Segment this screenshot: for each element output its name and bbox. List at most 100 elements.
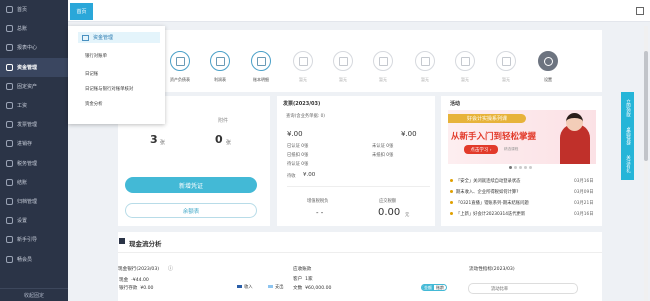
activity-item[interactable]: 期末收入、企业所得税如何计算? xyxy=(450,189,518,195)
sidebar-item[interactable]: 畅会员 xyxy=(0,249,68,268)
page-scrollbar[interactable] xyxy=(644,26,648,301)
menu-item[interactable]: 日记账与银行对账单核对 xyxy=(85,86,133,92)
activity-title: 活动 xyxy=(450,101,461,107)
shortcut-button[interactable] xyxy=(170,51,190,71)
activity-item[interactable]: 「0321直播」错账系列-期末结账问题 xyxy=(450,200,529,206)
activity-item-date: 03月09日 xyxy=(574,190,594,195)
invoice-title: 发票(2023/03) xyxy=(283,101,321,107)
float-item[interactable]: 立即领取 xyxy=(625,99,631,117)
sidebar-item-label: 税务管理 xyxy=(17,160,38,167)
scrollbar-thumb[interactable] xyxy=(644,51,648,161)
vat-burden-value: - - xyxy=(316,209,324,217)
banner-study-button[interactable]: 点击学习 › xyxy=(464,145,498,154)
doc-row: 文数 ¥60,000.00 xyxy=(293,285,331,291)
shortcut-button[interactable] xyxy=(210,51,230,71)
activity-item-text: 「安全」关闭就连续自动登录状态 xyxy=(456,179,521,184)
shortcut-label: 设置 xyxy=(544,77,552,82)
vat-burden-label: 增值税税负 xyxy=(307,199,329,204)
liquidity-ratio-label: 流动比率 xyxy=(491,286,509,292)
activity-item-date: 03月21日 xyxy=(574,201,594,206)
legend-in: 收入 xyxy=(237,284,253,290)
vip-icon xyxy=(6,255,13,263)
shortcut-label: 账本明细 xyxy=(253,77,269,82)
float-item[interactable]: 桌面快捷 xyxy=(625,127,631,145)
balance-sheet-label: 余额表 xyxy=(182,208,200,215)
menu-item[interactable]: 资金分析 xyxy=(85,101,103,107)
balance-sheet-button[interactable]: 余额表 xyxy=(125,203,257,218)
fullscreen-icon[interactable] xyxy=(636,7,644,15)
float-item[interactable]: 关注有礼 xyxy=(625,155,631,173)
toggle-aging[interactable]: 账龄 xyxy=(434,285,446,290)
menu-item[interactable]: 银行对账单 xyxy=(85,53,107,59)
activity-bullet-icon xyxy=(450,179,453,182)
shortcut-label: 利润表 xyxy=(214,77,226,82)
shortcut-button[interactable] xyxy=(333,51,353,71)
menu-item[interactable]: 日记账 xyxy=(85,71,98,77)
invoice-right-row: 未认证 0张 xyxy=(372,144,394,149)
doc-value: ¥60,000.00 xyxy=(305,286,332,291)
sidebar-item[interactable]: 总账 xyxy=(0,19,68,38)
sidebar-item[interactable]: 新手引导 xyxy=(0,230,68,249)
sidebar-item-label: 归档管理 xyxy=(17,198,38,205)
course-banner[interactable]: 好会计实操系列课 从新手入门到轻松掌握 点击学习 › 精选课程 xyxy=(448,110,596,164)
receivable-toggle[interactable]: 金额 账龄 xyxy=(421,284,447,291)
sidebar-item[interactable]: 设置 xyxy=(0,211,68,230)
banner-pager[interactable] xyxy=(509,166,532,169)
legend-out-label: 支出 xyxy=(275,285,284,290)
sidebar-list: 首页 总账 报表中心 资金管理 固定资产 工资 发票管理 进销存税务管理结账归档管理设置 新手引… xyxy=(0,0,68,269)
sidebar-item[interactable]: 工资 xyxy=(0,96,68,115)
sidebar-item[interactable]: 报表中心 xyxy=(0,38,68,57)
shortcut-icon xyxy=(256,56,266,66)
new-voucher-button[interactable]: 新增凭证 xyxy=(125,177,257,193)
invoice-query[interactable]: 查询(含业务单据: 0) xyxy=(286,113,325,119)
bank-deposit-label: 银行存款 ¥0.00 xyxy=(119,285,153,291)
shortcut-button[interactable] xyxy=(496,51,516,71)
shortcut-button[interactable] xyxy=(293,51,313,71)
info-icon[interactable]: ⓘ xyxy=(168,265,173,272)
sidebar-item[interactable]: 固定资产 xyxy=(0,77,68,96)
shortcut-label: 暂无 xyxy=(299,77,307,82)
pending-value: ¥.00 xyxy=(303,172,316,178)
customer-count: 1家 xyxy=(305,277,313,282)
sidebar: 首页 总账 报表中心 资金管理 固定资产 工资 发票管理 进销存税务管理结账归档管理设置 新手引… xyxy=(0,0,68,301)
shortcut-button[interactable] xyxy=(455,51,475,71)
sidebar-item[interactable]: 归档管理 xyxy=(0,192,68,211)
sidebar-item[interactable]: 税务管理 xyxy=(0,154,68,173)
sidebar-item[interactable]: 资金管理 xyxy=(0,57,68,77)
shortcut-icon xyxy=(215,56,225,66)
tax-due-value: 0.00 xyxy=(378,207,401,218)
attachment-count: 0 xyxy=(215,133,223,146)
shortcut-button[interactable] xyxy=(415,51,435,71)
cashflow-icon xyxy=(119,238,125,244)
shortcut-button[interactable] xyxy=(373,51,393,71)
tab-home[interactable]: 首页 xyxy=(70,3,93,20)
invoice-divider xyxy=(287,186,430,187)
sidebar-item[interactable]: 发票管理 xyxy=(0,115,68,134)
customer-label: 客户 xyxy=(293,277,303,282)
fund-icon xyxy=(82,34,89,41)
shortcut-button[interactable] xyxy=(251,51,271,71)
customer-row: 客户 1家 xyxy=(293,276,313,282)
invoice-left-row: 已抵扣 0张 xyxy=(287,153,309,158)
report-icon xyxy=(6,44,13,52)
sidebar-item[interactable]: 首页 xyxy=(0,0,68,19)
sidebar-item[interactable]: 进销存 xyxy=(0,134,68,153)
activity-item[interactable]: 「安全」关闭就连续自动登录状态 xyxy=(450,178,520,184)
invoice-icon xyxy=(6,121,13,129)
shortcut-button[interactable] xyxy=(538,51,558,71)
activity-item[interactable]: 「上新」好会计20230314迭代更新 xyxy=(450,211,525,217)
cash-label: 现金 -¥44.00 xyxy=(119,277,149,283)
toggle-amount[interactable]: 金额 xyxy=(422,285,434,290)
sidebar-collapse[interactable]: 收起固定 xyxy=(0,288,68,301)
invoice-right-row: 未抵扣 0张 xyxy=(372,153,394,158)
cashflow-divider xyxy=(118,252,602,253)
activity-bullet-icon xyxy=(450,201,453,204)
shortcut-label: 暂无 xyxy=(339,77,347,82)
sidebar-item[interactable]: 结账 xyxy=(0,173,68,192)
invoice-left-amount: ¥.00 xyxy=(287,130,303,138)
banner-study-label: 点击学习 › xyxy=(470,147,492,153)
pending-label: 待收 xyxy=(287,174,296,179)
activity-item-text: 「0321直播」错账系列-期末结账问题 xyxy=(456,201,529,206)
shortcut-icon xyxy=(378,56,388,66)
liquidity-gauge: 流动比率 xyxy=(468,283,578,294)
